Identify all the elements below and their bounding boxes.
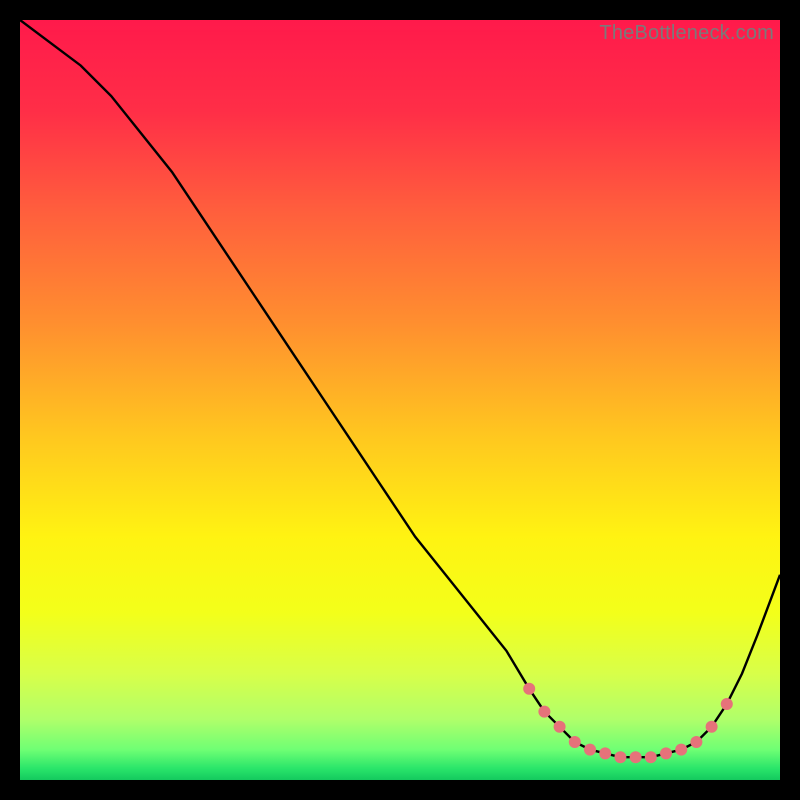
curve-marker — [630, 751, 642, 763]
curve-marker — [584, 744, 596, 756]
curve-marker — [538, 706, 550, 718]
gradient-background — [20, 20, 780, 780]
watermark-text: TheBottleneck.com — [599, 22, 774, 45]
curve-marker — [554, 721, 566, 733]
curve-marker — [614, 751, 626, 763]
curve-marker — [706, 721, 718, 733]
bottleneck-plot — [20, 20, 780, 780]
curve-marker — [569, 736, 581, 748]
curve-marker — [690, 736, 702, 748]
curve-marker — [675, 744, 687, 756]
chart-frame: TheBottleneck.com — [20, 20, 780, 780]
curve-marker — [721, 698, 733, 710]
curve-marker — [660, 747, 672, 759]
curve-marker — [645, 751, 657, 763]
curve-marker — [523, 683, 535, 695]
curve-marker — [599, 747, 611, 759]
